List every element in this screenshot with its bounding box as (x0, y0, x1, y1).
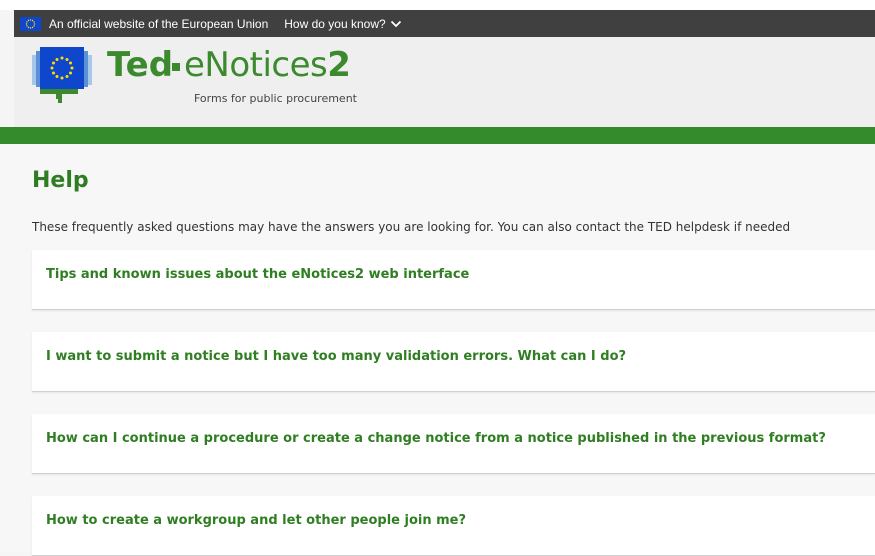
ted-enotices2-logo[interactable]: Ted eNotices2 Forms for public procureme… (14, 37, 394, 127)
intro-text: These frequently asked questions may hav… (32, 220, 791, 234)
faq-item-tips-known-issues[interactable]: Tips and known issues about the eNotices… (32, 250, 875, 310)
brand-separator-dot (172, 63, 180, 71)
eu-official-text: An official website of the European Unio… (49, 16, 269, 31)
green-divider-bar (0, 127, 875, 144)
top-strip (0, 0, 875, 10)
faq-item-create-workgroup[interactable]: How to create a workgroup and let other … (32, 496, 875, 556)
page-title: Help (32, 168, 89, 193)
eu-official-banner: An official website of the European Unio… (14, 10, 875, 37)
faq-question: How to create a workgroup and let other … (46, 513, 467, 528)
faq-item-continue-procedure[interactable]: How can I continue a procedure or create… (32, 414, 875, 474)
eu-flag-icon (20, 16, 41, 31)
brand-enotices-suffix: 2 (327, 45, 351, 85)
chevron-down-icon (390, 20, 401, 27)
site-header: Ted eNotices2 Forms for public procureme… (14, 37, 875, 127)
main-content: Help These frequently asked questions ma… (0, 144, 875, 556)
brand-tagline: Forms for public procurement (194, 92, 357, 105)
brand-enotices: eNotices2 (184, 45, 351, 85)
eu-flag-logo-icon (32, 45, 102, 111)
faq-question: Tips and known issues about the eNotices… (46, 267, 470, 282)
faq-question: I want to submit a notice but I have too… (46, 349, 627, 364)
brand-ted: Ted (107, 45, 174, 85)
faq-item-validation-errors[interactable]: I want to submit a notice but I have too… (32, 332, 875, 392)
how-do-you-know-toggle[interactable]: How do you know? (284, 17, 401, 31)
faq-question: How can I continue a procedure or create… (46, 431, 826, 446)
brand-enotices-prefix: eNotices (184, 45, 328, 85)
how-do-you-know-label: How do you know? (284, 16, 386, 31)
